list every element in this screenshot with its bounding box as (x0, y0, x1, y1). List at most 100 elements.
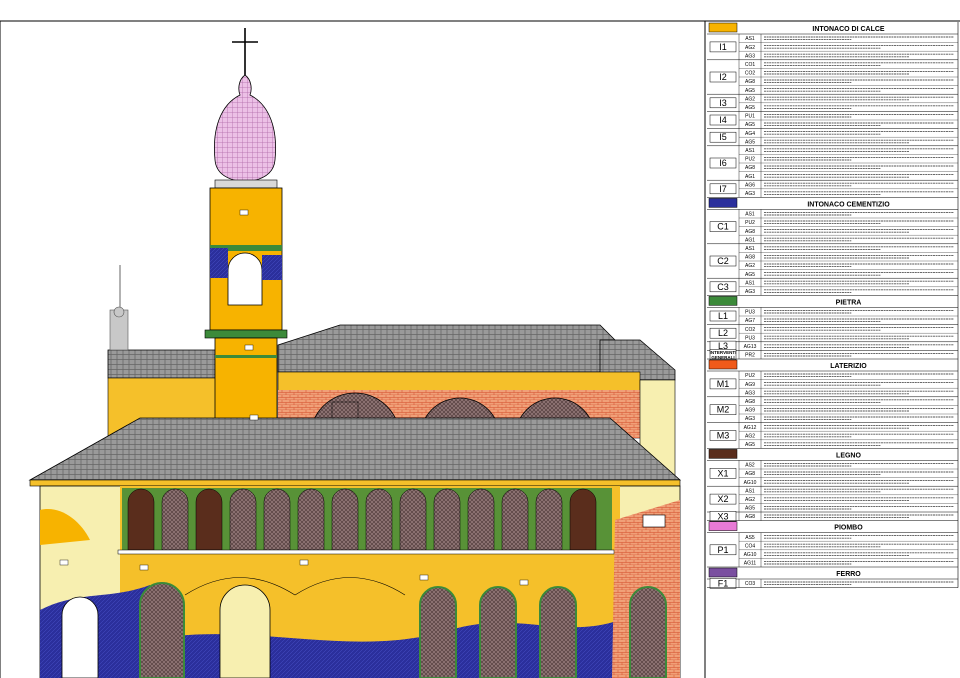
legend-group: P1 AS5 CO4 AG10 AG11 (707, 532, 958, 568)
legend-section-title: INTONACO DI CALCE (812, 26, 885, 33)
legend-group: I6 AS1 PU2 AG8 AG1 (707, 145, 958, 181)
bell-tower (204, 28, 288, 449)
legend-group: I7 AG6 AG3 (707, 180, 958, 198)
legend-sub-code: AG9 (745, 408, 755, 414)
legend-group: C2 AS1 AG8 AG2 AG5 (707, 243, 958, 279)
legend-sub-code: PR2 (745, 353, 755, 359)
legend-sub-code: AG8 (745, 471, 755, 477)
legend-code: I2 (719, 72, 727, 82)
legend-section: PIOMBO P1 AS5 CO4 AG10 AG11 (707, 521, 958, 568)
material-swatch (708, 521, 738, 531)
legend-code: I1 (719, 42, 727, 52)
legend-group: I3 AG2 AG5 (707, 94, 958, 112)
legend-group: I1 AS1 AG2 AG3 (707, 34, 958, 61)
legend-table: INTONACO DI CALCE I1 AS1 AG2 AG3 I2 CO1 CO2 AG8 A… (707, 22, 959, 589)
legend-sub-code: AG8 (745, 165, 755, 171)
legend-code: X2 (717, 494, 728, 504)
legend-group: I5 AG4 AG5 (707, 128, 958, 147)
legend-code: M2 (717, 405, 730, 415)
legend-code: I7 (719, 184, 727, 194)
legend-group: I4 PU1 AG5 (707, 111, 958, 129)
legend-code: M3 (717, 431, 730, 441)
legend-section: FERRO F1 CO3 (707, 567, 958, 589)
legend-code: C1 (717, 222, 729, 232)
legend-group: L3 AG13 (707, 340, 958, 352)
main-roof (28, 417, 682, 487)
legend-section-title: LEGNO (836, 452, 861, 459)
legend-section: PIETRAL1 PU3AG7L2 CO2PU3L3 AG13INTERVENTI GE… (707, 296, 958, 360)
legend-code: I6 (719, 158, 727, 168)
legend-code: I4 (719, 115, 727, 125)
legend-sub-code: AS2 (745, 463, 755, 469)
legend-sub-code: AS1 (745, 36, 755, 42)
legend-sub-code: AG3 (745, 191, 755, 197)
legend-sub-code: AS1 (745, 246, 755, 252)
legend-sub-code: AS1 (745, 148, 755, 154)
legend-group: C1 AS1 PU2 AG8 AG1 (707, 209, 958, 245)
legend-code: I5 (719, 132, 727, 142)
architectural-elevation-drawing: INTONACO DI CALCE I1 AS1 AG2 AG3 I2 CO1 CO2 AG8 A… (0, 20, 960, 678)
legend-sub-code: AG5 (745, 442, 755, 448)
legend-sub-code: CO2 (745, 327, 756, 333)
legend-group: M2 AG8 AG9 AG3 (707, 396, 958, 423)
legend-section: INTONACO DI CALCE I1 AS1 AG2 AG3 I2 CO1 CO2 AG8 A… (707, 22, 958, 198)
legend-sub-code: AG1 (745, 237, 755, 243)
legend-sub-code: CO4 (745, 543, 756, 549)
legend-sub-code: AS1 (745, 488, 755, 494)
legend-sub-code: AG13 (744, 344, 757, 350)
legend-sub-code: AG2 (745, 263, 755, 269)
legend-sub-code: AG8 (745, 255, 755, 261)
legend-sub-code: AG2 (745, 96, 755, 102)
legend-sub-code: AG2 (745, 45, 755, 51)
legend-sub-code: AG5 (745, 122, 755, 128)
legend-sub-code: CO2 (745, 71, 756, 77)
legend-group: X2 AS1 AG2 AG5 (707, 486, 958, 513)
legend-sub-code: AG5 (745, 105, 755, 111)
legend-sub-code: AG10 (744, 480, 757, 486)
legend-section: LEGNO X1 AS2 AG8 AG10 X2 AS1 AG2 AG5 X3 AG8 (707, 449, 958, 522)
legend-sub-code: AG2 (745, 497, 755, 503)
legend-sub-code: AG5 (745, 506, 755, 512)
legend-sub-code: AS1 (745, 212, 755, 218)
legend-sub-code: AS1 (745, 280, 755, 286)
legend-sub-code: AS5 (745, 535, 755, 541)
legend-group: X3 AG8 (707, 511, 958, 522)
legend-sub-code: AG11 (744, 561, 757, 567)
legend-sub-code: AG9 (745, 382, 755, 388)
statue (109, 265, 129, 351)
material-swatch (708, 198, 738, 208)
legend-section-title: PIOMBO (834, 525, 863, 532)
legend-code: M1 (717, 379, 730, 389)
legend-section: LATERIZIO M1 PU2 AG9 AG3 M2 AG8 AG9 AG3 M3 AG12 AG2… (707, 359, 958, 449)
legend-sub-code: AG6 (745, 182, 755, 188)
legend-group: X1 AS2 AG8 AG10 (707, 460, 958, 487)
legend-sub-code: AG5 (745, 139, 755, 145)
church-elevation (28, 28, 682, 678)
material-swatch (708, 449, 738, 459)
legend-section: INTONACO CEMENTIZIO C1 AS1 PU2 AG8 AG1 C2 AS1 AG… (707, 198, 958, 296)
legend-sub-code: AG8 (745, 229, 755, 235)
legend-group: L1 PU3 AG7 (707, 307, 958, 325)
legend-sub-code: CO3 (745, 581, 756, 587)
legend-group: L2 CO2 PU3 (707, 324, 958, 343)
legend-group: F1 CO3 (707, 578, 958, 589)
material-swatch (708, 296, 738, 306)
legend-sub-code: AG8 (745, 514, 755, 520)
legend-code: L1 (718, 311, 728, 321)
legend-group: I2 CO1 CO2 AG8 AG5 (707, 59, 958, 95)
legend-group: M1 PU2 AG9 AG3 (707, 371, 958, 398)
legend-sub-code: AG3 (745, 390, 755, 396)
legend-sub-code: AG4 (745, 131, 755, 137)
legend-group: M3 AG12 AG2 AG5 (707, 422, 958, 449)
legend-section-title: PIETRA (836, 299, 862, 306)
legend-sub-code: AG3 (745, 289, 755, 295)
legend-code: X1 (717, 468, 728, 478)
material-swatch (708, 567, 738, 578)
legend-code: C3 (717, 282, 729, 292)
legend-group: INTERVENTI GENERALI PR2 (707, 349, 958, 360)
legend-section-title: INTONACO CEMENTIZIO (807, 201, 890, 208)
legend-code: X3 (717, 511, 728, 521)
legend-sub-code: AG7 (745, 318, 755, 324)
legend-sub-code: AG3 (745, 416, 755, 422)
legend-group: C3 AS1 AG3 (707, 278, 958, 296)
